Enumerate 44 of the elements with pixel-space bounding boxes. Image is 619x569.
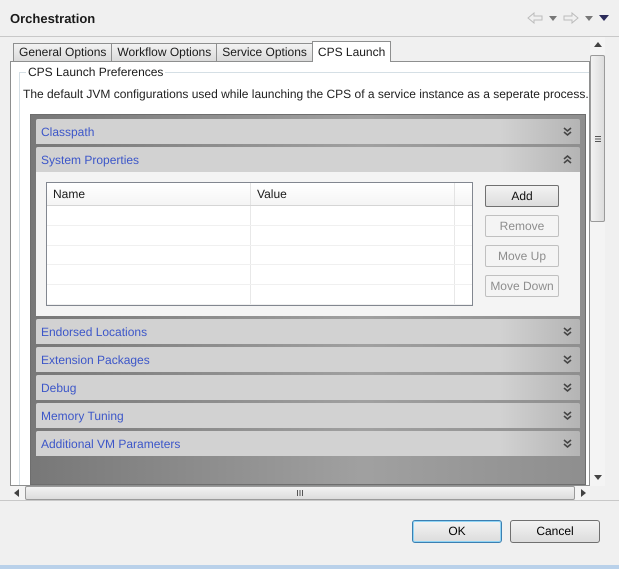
section-header[interactable]: Endorsed Locations xyxy=(36,319,580,344)
section-title[interactable]: System Properties xyxy=(41,152,140,166)
column-header[interactable]: Value xyxy=(251,183,455,205)
scroll-thumb[interactable] xyxy=(590,55,605,222)
caret-icon[interactable] xyxy=(549,16,557,20)
tab[interactable]: Workflow Options xyxy=(111,43,218,62)
vertical-scrollbar[interactable] xyxy=(590,37,605,486)
section-title[interactable]: Memory Tuning xyxy=(41,408,124,422)
window-title: Orchestration xyxy=(10,10,96,26)
grip-icon xyxy=(594,136,600,142)
section-title[interactable]: Endorsed Locations xyxy=(41,324,148,338)
tab[interactable]: Service Options xyxy=(216,43,313,62)
menu-icon[interactable] xyxy=(599,15,609,21)
dialog-button[interactable]: OK xyxy=(412,520,502,542)
tab[interactable]: CPS Launch xyxy=(312,41,392,62)
action-button[interactable]: Add xyxy=(485,185,559,207)
expand-icon[interactable] xyxy=(563,438,572,449)
grip-icon xyxy=(297,490,303,496)
section-header[interactable]: Memory Tuning xyxy=(36,403,580,428)
section-header[interactable]: System Properties xyxy=(36,147,580,172)
expand-icon[interactable] xyxy=(563,410,572,421)
expand-icon[interactable] xyxy=(563,126,572,137)
scroll-up-icon[interactable] xyxy=(594,42,602,47)
description-text: The default JVM configurations used while launching the CPS of a service instance as a seperate process. xyxy=(23,87,589,101)
section-title[interactable]: Additional VM Parameters xyxy=(41,436,180,450)
section-header[interactable]: Extension Packages xyxy=(36,347,580,372)
scroll-right-icon[interactable] xyxy=(581,489,586,497)
section-title[interactable]: Classpath xyxy=(41,124,94,138)
caret-icon[interactable] xyxy=(585,16,593,20)
section-title[interactable]: Extension Packages xyxy=(41,352,150,366)
column-header[interactable]: Name xyxy=(47,183,251,205)
dialog-button[interactable]: Cancel xyxy=(510,520,600,542)
tab[interactable]: General Options xyxy=(13,43,112,62)
scroll-down-icon[interactable] xyxy=(594,475,602,480)
expand-icon[interactable] xyxy=(563,326,572,337)
section-title[interactable]: Debug xyxy=(41,380,76,394)
expand-icon[interactable] xyxy=(563,382,572,393)
section-header[interactable]: Classpath xyxy=(36,119,580,144)
scroll-left-icon[interactable] xyxy=(14,489,19,497)
collapse-icon[interactable] xyxy=(563,154,572,165)
group-title: CPS Launch Preferences xyxy=(26,65,166,79)
section-header[interactable]: Additional VM Parameters xyxy=(36,431,580,456)
section-header[interactable]: Debug xyxy=(36,375,580,400)
expand-icon[interactable] xyxy=(563,354,572,365)
